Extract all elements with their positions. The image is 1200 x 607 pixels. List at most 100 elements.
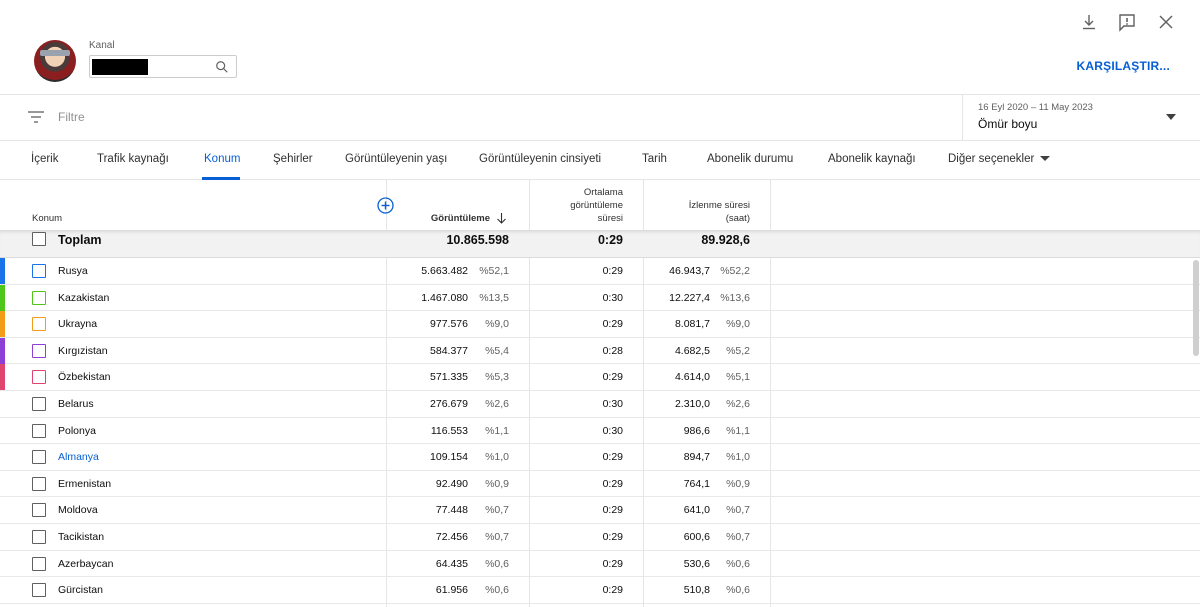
tab-viewer-age[interactable]: Görüntüleyenin yaşı [345, 153, 447, 165]
row-location: Özbekistan [58, 371, 111, 384]
row-views: 116.553 [430, 424, 468, 437]
table-row[interactable]: Ukrayna 977.576 %9,0 0:29 8.081,7 %9,0 [0, 311, 1200, 338]
row-avg: 0:29 [602, 557, 623, 570]
row-checkbox[interactable] [32, 476, 46, 491]
row-checkbox[interactable] [32, 556, 46, 571]
table-row[interactable]: Moldova 77.448 %0,7 0:29 641,0 %0,7 [0, 497, 1200, 524]
row-location: Tacikistan [58, 530, 105, 543]
caret-down-icon [1040, 156, 1051, 162]
filter-input[interactable]: Filtre [58, 110, 85, 124]
close-icon[interactable] [1156, 12, 1176, 32]
row-watch-pct: %9,0 [726, 318, 750, 331]
filter-icon[interactable] [28, 110, 44, 124]
total-checkbox[interactable] [32, 232, 46, 246]
row-watch: 510,8 [683, 584, 710, 597]
series-color-stripe [0, 311, 5, 338]
row-location: Kazakistan [58, 291, 110, 304]
row-checkbox[interactable] [32, 264, 46, 278]
table-row[interactable]: Ermenistan 92.490 %0,9 0:29 764,1 %0,9 [0, 471, 1200, 498]
table-row[interactable]: Polonya 116.553 %1,1 0:30 986,6 %1,1 [0, 418, 1200, 445]
tab-subscription-status[interactable]: Abonelik durumu [707, 153, 793, 165]
table-row[interactable]: Özbekistan 571.335 %5,3 0:29 4.614,0 %5,… [0, 364, 1200, 391]
table-row[interactable]: Belarus 276.679 %2,6 0:30 2.310,0 %2,6 [0, 391, 1200, 418]
row-avg: 0:29 [602, 371, 623, 384]
row-watch-pct: %13,6 [720, 291, 750, 304]
table-row[interactable]: Rusya 5.663.482 %52,1 0:29 46.943,7 %52,… [0, 258, 1200, 285]
search-icon[interactable] [215, 60, 229, 74]
total-row: Toplam 10.865.598 0:29 89.928,6 [0, 230, 1200, 258]
row-views-pct: %0,6 [485, 584, 509, 597]
series-color-stripe [0, 418, 5, 444]
add-metric-icon[interactable] [377, 197, 394, 214]
series-color-stripe [0, 284, 5, 311]
series-color-stripe [0, 577, 5, 603]
row-location: Rusya [58, 265, 88, 277]
series-color-stripe [0, 364, 5, 391]
channel-search-input[interactable] [89, 55, 237, 78]
filter-bar: Filtre 16 Eyl 2020 – 11 May 2023 Ömür bo… [0, 95, 1200, 141]
row-location: Kırgızistan [58, 344, 108, 357]
table-row[interactable]: Kırgızistan 584.377 %5,4 0:28 4.682,5 %5… [0, 337, 1200, 365]
row-watch: 4.614,0 [674, 371, 710, 384]
row-views-pct: %0,9 [485, 477, 509, 490]
row-location-link[interactable]: Almanya [58, 451, 99, 463]
row-checkbox[interactable] [32, 450, 46, 465]
feedback-icon[interactable] [1117, 12, 1137, 32]
row-location: Ermenistan [58, 477, 112, 490]
row-checkbox[interactable] [32, 396, 46, 411]
tab-location[interactable]: Konum [204, 153, 240, 165]
compare-button[interactable]: KARŞILAŞTIR... [1077, 59, 1170, 73]
row-watch-pct: %5,2 [726, 344, 750, 357]
header-watch-line2: (saat) [725, 213, 750, 224]
row-checkbox[interactable] [32, 290, 46, 305]
row-watch-pct: %52,2 [720, 265, 750, 277]
header-location[interactable]: Konum [32, 213, 62, 225]
date-range-picker[interactable]: 16 Eyl 2020 – 11 May 2023 Ömür boyu [962, 95, 1200, 141]
tab-date[interactable]: Tarih [642, 153, 667, 165]
series-color-stripe [0, 444, 5, 470]
row-location: Moldova [58, 504, 98, 517]
row-checkbox[interactable] [32, 529, 46, 544]
table-row[interactable]: Gürcistan 61.956 %0,6 0:29 510,8 %0,6 [0, 577, 1200, 604]
row-watch-pct: %1,1 [726, 424, 750, 437]
row-views-pct: %9,0 [485, 318, 509, 331]
row-checkbox[interactable] [32, 503, 46, 518]
row-checkbox[interactable] [32, 370, 46, 385]
row-avg: 0:30 [602, 424, 623, 437]
caret-down-icon [1166, 114, 1176, 120]
table-row[interactable]: Tacikistan 72.456 %0,7 0:29 600,6 %0,7 [0, 524, 1200, 551]
header-views[interactable]: Görüntüleme [400, 213, 490, 225]
row-views-pct: %13,5 [479, 291, 509, 304]
row-views: 571.335 [430, 371, 468, 384]
tab-subscription-source[interactable]: Abonelik kaynağı [828, 153, 916, 165]
header-avg-line3: süresi [597, 213, 623, 224]
tab-viewer-gender[interactable]: Görüntüleyenin cinsiyeti [479, 153, 601, 165]
table-header: Konum Görüntüleme Ortalama görüntüleme s… [0, 180, 1200, 230]
header-avg-line1[interactable]: Ortalama [540, 187, 623, 199]
tab-cities[interactable]: Şehirler [273, 153, 313, 165]
channel-label: Kanal [89, 40, 115, 51]
tab-traffic-source[interactable]: Trafik kaynağı [97, 153, 169, 165]
row-avg: 0:29 [602, 477, 623, 490]
tab-more-options[interactable]: Diğer seçenekler [948, 153, 1051, 165]
vertical-scrollbar[interactable] [1193, 260, 1199, 356]
row-checkbox[interactable] [32, 343, 46, 358]
table-row[interactable]: Almanya 109.154 %1,0 0:29 894,7 %1,0 [0, 444, 1200, 471]
row-checkbox[interactable] [32, 583, 46, 598]
row-watch: 894,7 [683, 451, 710, 464]
total-watch: 89.928,6 [701, 233, 750, 247]
tab-content[interactable]: İçerik [31, 153, 58, 165]
table-body: Rusya 5.663.482 %52,1 0:29 46.943,7 %52,… [0, 258, 1200, 604]
row-views: 584.377 [430, 344, 468, 357]
sort-arrow-down-icon[interactable] [496, 212, 507, 224]
row-checkbox[interactable] [32, 317, 46, 332]
row-checkbox[interactable] [32, 423, 46, 438]
download-icon[interactable] [1079, 12, 1099, 32]
header-watch-line1[interactable]: İzlenme süresi [660, 200, 750, 212]
total-label: Toplam [58, 233, 102, 247]
row-views: 77.448 [435, 504, 468, 517]
table-row[interactable]: Azerbaycan 64.435 %0,6 0:29 530,6 %0,6 [0, 551, 1200, 578]
table-row[interactable]: Kazakistan 1.467.080 %13,5 0:30 12.227,4… [0, 284, 1200, 312]
series-color-stripe [0, 337, 5, 364]
row-watch-pct: %0,6 [726, 584, 750, 597]
